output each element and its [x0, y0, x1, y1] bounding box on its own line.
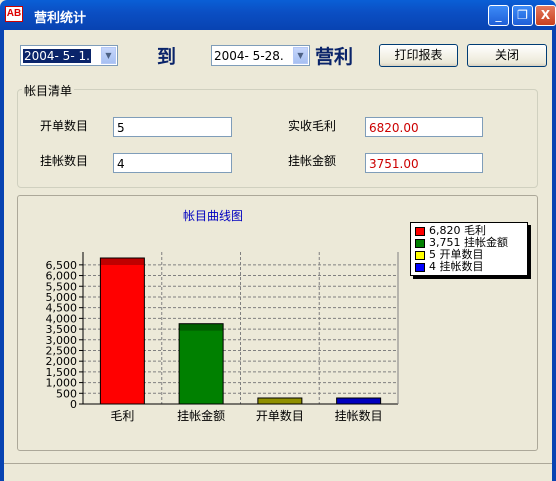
- gross-profit-label: 实收毛利: [288, 119, 337, 133]
- start-date-value: 2004- 5- 1.: [23, 49, 91, 63]
- status-divider: [4, 463, 552, 464]
- window-title: 营利统计: [34, 11, 87, 26]
- legend-item: 4 挂帐数目: [415, 261, 523, 273]
- ledger-group: [17, 89, 538, 188]
- close-button[interactable]: 关闭: [467, 44, 547, 67]
- legend-swatch: [415, 251, 425, 260]
- app-icon[interactable]: AB: [5, 6, 23, 22]
- chart-title: 帐目曲线图: [183, 209, 244, 223]
- to-label: 到: [157, 46, 177, 68]
- legend-text: 4 挂帐数目: [429, 260, 484, 273]
- minimize-button[interactable]: _: [488, 5, 509, 26]
- ledger-group-title: 帐目清单: [22, 82, 75, 99]
- profit-label: 营利: [315, 46, 354, 68]
- credit-count-label: 挂帐数目: [40, 154, 89, 168]
- legend-swatch: [415, 239, 425, 248]
- chevron-down-icon[interactable]: ▼: [293, 47, 308, 64]
- window-frame-left: [0, 30, 4, 481]
- open-count-label: 开单数目: [40, 119, 89, 133]
- chevron-down-icon[interactable]: ▼: [101, 47, 116, 64]
- end-date-value: 2004- 5-28.: [214, 49, 284, 63]
- window-frame-right: [552, 30, 556, 481]
- credit-amount-label: 挂帐金额: [288, 154, 337, 168]
- restore-button[interactable]: ❐: [512, 5, 533, 26]
- gross-profit-field[interactable]: 6820.00: [365, 117, 483, 137]
- close-window-button[interactable]: X: [535, 5, 556, 26]
- start-date-picker[interactable]: 2004- 5- 1. ▼: [20, 45, 118, 66]
- title-bar: AB 营利统计 _ ❐ X: [0, 0, 556, 30]
- legend-swatch: [415, 263, 425, 272]
- credit-amount-field[interactable]: 3751.00: [365, 153, 483, 173]
- credit-count-field[interactable]: 4: [113, 153, 232, 173]
- end-date-picker[interactable]: 2004- 5-28. ▼: [211, 45, 310, 66]
- chart-legend: 6,820 毛利 3,751 挂帐金额 5 开单数目 4 挂帐数目: [410, 222, 528, 276]
- print-report-button[interactable]: 打印报表: [379, 44, 458, 67]
- legend-swatch: [415, 227, 425, 236]
- open-count-field[interactable]: 5: [113, 117, 232, 137]
